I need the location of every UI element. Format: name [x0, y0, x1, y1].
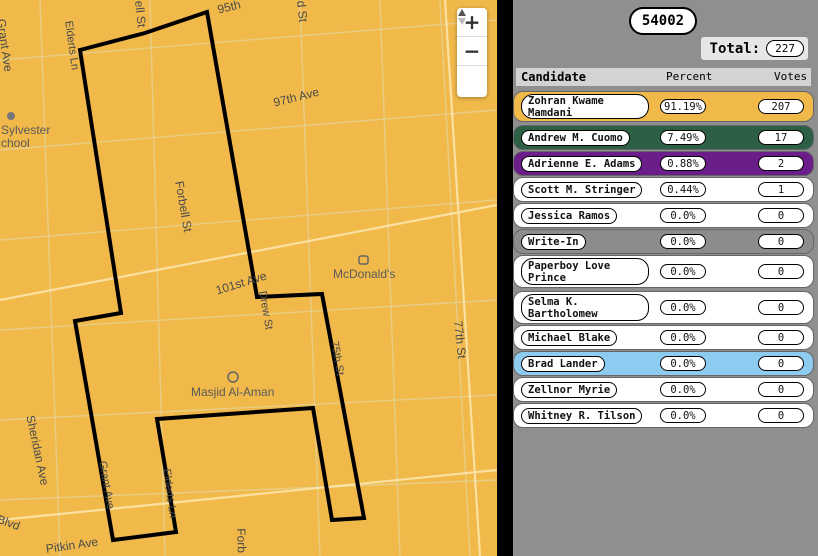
candidate-percent: 0.0%	[660, 264, 706, 279]
results-table-header: Candidate Percent Votes	[516, 68, 811, 86]
school-pin-icon	[7, 112, 15, 120]
poi-label-school: Sylvester chool	[1, 123, 51, 150]
candidate-row[interactable]: Scott M. Stringer 0.44% 1	[513, 177, 814, 202]
candidate-percent: 0.0%	[660, 382, 706, 397]
candidate-name: Zellnor Myrie	[521, 382, 618, 398]
candidate-percent: 0.0%	[660, 300, 706, 315]
candidate-votes: 207	[758, 99, 804, 114]
candidate-votes: 0	[758, 234, 804, 249]
candidate-name: Write-In	[521, 234, 586, 250]
column-header-votes: Votes	[774, 70, 808, 83]
poi-label-mosque[interactable]: Masjid Al-Aman	[191, 385, 274, 399]
restaurant-icon	[358, 255, 369, 265]
candidate-name: Zohran Kwame Mamdani	[521, 94, 649, 119]
candidate-row[interactable]: Jessica Ramos 0.0% 0	[513, 203, 814, 228]
street-label-d-st: d St	[294, 0, 311, 23]
candidate-row[interactable]: Brad Lander 0.0% 0	[513, 351, 814, 376]
precinct-map[interactable]: Grant Ave Elderts Ln Forbell St 95th 97t…	[0, 0, 497, 556]
candidate-votes: 0	[758, 264, 804, 279]
zoom-out-button[interactable]: −	[457, 37, 487, 66]
candidate-name: Adrienne E. Adams	[521, 156, 643, 172]
candidate-name: Brad Lander	[521, 356, 605, 372]
candidate-row[interactable]: Whitney R. Tilson 0.0% 0	[513, 403, 814, 428]
candidate-name: Paperboy Love Prince	[521, 258, 649, 285]
candidate-row[interactable]: Selma K. Bartholomew 0.0% 0	[513, 291, 814, 324]
total-label: Total:	[709, 40, 761, 57]
candidate-name: Michael Blake	[521, 330, 618, 346]
street-label-forb: Forb	[234, 528, 249, 554]
candidate-percent: 0.0%	[660, 330, 706, 345]
candidate-votes: 0	[758, 356, 804, 371]
total-votes-count: 227	[766, 40, 804, 57]
candidate-votes: 1	[758, 182, 804, 197]
candidate-row[interactable]: Paperboy Love Prince 0.0% 0	[513, 255, 814, 288]
column-header-percent: Percent	[666, 70, 713, 83]
candidate-votes: 17	[758, 130, 804, 145]
zoom-control: + −	[457, 8, 487, 97]
candidate-votes: 0	[758, 382, 804, 397]
mosque-icon	[227, 371, 239, 383]
column-header-candidate: Candidate	[521, 70, 587, 84]
candidate-percent: 0.0%	[660, 234, 706, 249]
candidate-row[interactable]: Adrienne E. Adams 0.88% 2	[513, 151, 814, 176]
candidate-row[interactable]: Andrew M. Cuomo 7.49% 17	[513, 125, 814, 150]
candidate-row[interactable]: Zellnor Myrie 0.0% 0	[513, 377, 814, 402]
candidate-name: Whitney R. Tilson	[521, 408, 643, 424]
candidate-votes: 0	[758, 330, 804, 345]
compass-reset-button[interactable]	[457, 9, 487, 95]
street-label-ell-st: ell St	[132, 0, 149, 29]
candidate-percent: 0.88%	[660, 156, 706, 171]
candidate-votes: 0	[758, 408, 804, 423]
candidate-percent: 0.44%	[660, 182, 706, 197]
precinct-boundary[interactable]	[72, 9, 367, 543]
candidate-percent: 0.0%	[660, 356, 706, 371]
candidate-row[interactable]: Zohran Kwame Mamdani 91.19% 207	[513, 91, 814, 122]
candidate-row[interactable]: Write-In 0.0% 0	[513, 229, 814, 254]
candidate-percent: 7.49%	[660, 130, 706, 145]
candidate-name: Selma K. Bartholomew	[521, 294, 649, 321]
candidate-name: Scott M. Stringer	[521, 182, 643, 198]
total-votes-box: Total: 227	[701, 37, 808, 60]
candidate-votes: 0	[758, 208, 804, 223]
candidate-row[interactable]: Michael Blake 0.0% 0	[513, 325, 814, 350]
candidate-votes: 0	[758, 300, 804, 315]
candidate-votes: 2	[758, 156, 804, 171]
candidate-percent: 0.0%	[660, 408, 706, 423]
candidate-percent: 0.0%	[660, 208, 706, 223]
candidate-name: Jessica Ramos	[521, 208, 618, 224]
precinct-id-badge: 54002	[629, 7, 697, 35]
candidate-percent: 91.19%	[660, 99, 706, 114]
candidate-name: Andrew M. Cuomo	[521, 130, 630, 146]
poi-label-mcdonalds[interactable]: McDonald's	[333, 267, 395, 281]
panel-divider	[497, 0, 513, 556]
compass-icon	[458, 9, 466, 25]
